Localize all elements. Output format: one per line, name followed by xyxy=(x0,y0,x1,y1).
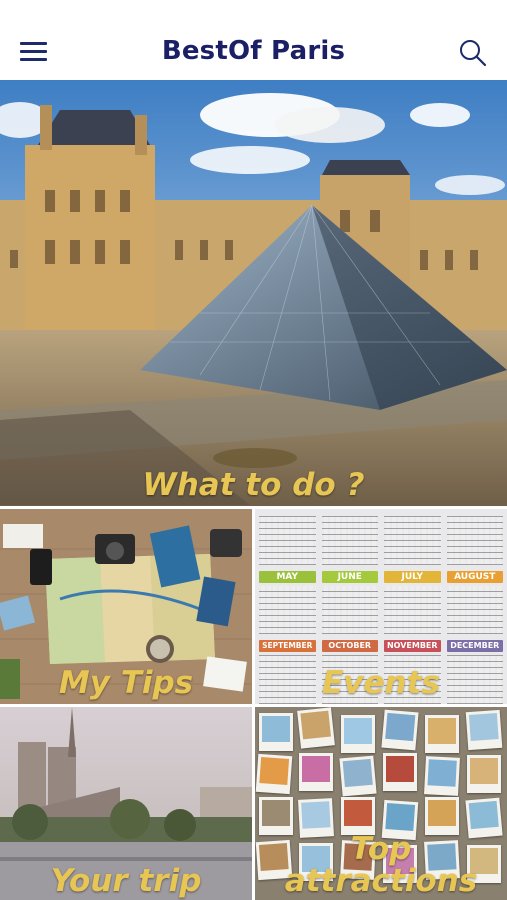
your-trip-tile[interactable]: Your trip xyxy=(0,707,252,900)
calendar-month xyxy=(259,513,316,565)
month-name: DECEMBER xyxy=(446,640,503,653)
what-to-do-tile[interactable]: What to do ? xyxy=(0,80,507,506)
month-name: JULY xyxy=(384,570,441,583)
calendar-month: AUGUST xyxy=(446,570,503,635)
top-attractions-label: Top attractions xyxy=(255,833,507,898)
calendar-month: MAY xyxy=(259,570,316,635)
month-name: MAY xyxy=(259,570,316,583)
what-to-do-label: What to do ? xyxy=(142,467,365,504)
my-tips-tile[interactable]: My Tips xyxy=(0,509,252,704)
month-name: JUNE xyxy=(321,570,378,583)
calendar-month xyxy=(446,513,503,565)
month-name: NOVEMBER xyxy=(384,640,441,653)
app-title: BestOf Paris xyxy=(161,36,346,66)
calendar-month xyxy=(384,513,441,565)
calendar-month: JUNE xyxy=(321,570,378,635)
events-label: Events xyxy=(322,665,440,702)
search-icon[interactable] xyxy=(458,38,488,68)
louvre-pyramid-image xyxy=(0,80,507,506)
month-name: AUGUST xyxy=(446,570,503,583)
top-attractions-tile[interactable]: Top attractions xyxy=(255,707,507,900)
top-attractions-label-line1: Top xyxy=(350,830,412,867)
calendar-month: JULY xyxy=(384,570,441,635)
month-name: SEPTEMBER xyxy=(259,640,316,653)
calendar-month xyxy=(321,513,378,565)
your-trip-label: Your trip xyxy=(50,863,202,900)
app-header: BestOf Paris xyxy=(0,0,507,79)
events-tile[interactable]: MAY JUNE JULY AUGUST SEPTEMBER OCTOBER N… xyxy=(255,509,507,704)
month-name: OCTOBER xyxy=(321,640,378,653)
top-attractions-label-line2: attractions xyxy=(284,863,478,900)
my-tips-label: My Tips xyxy=(58,665,194,702)
